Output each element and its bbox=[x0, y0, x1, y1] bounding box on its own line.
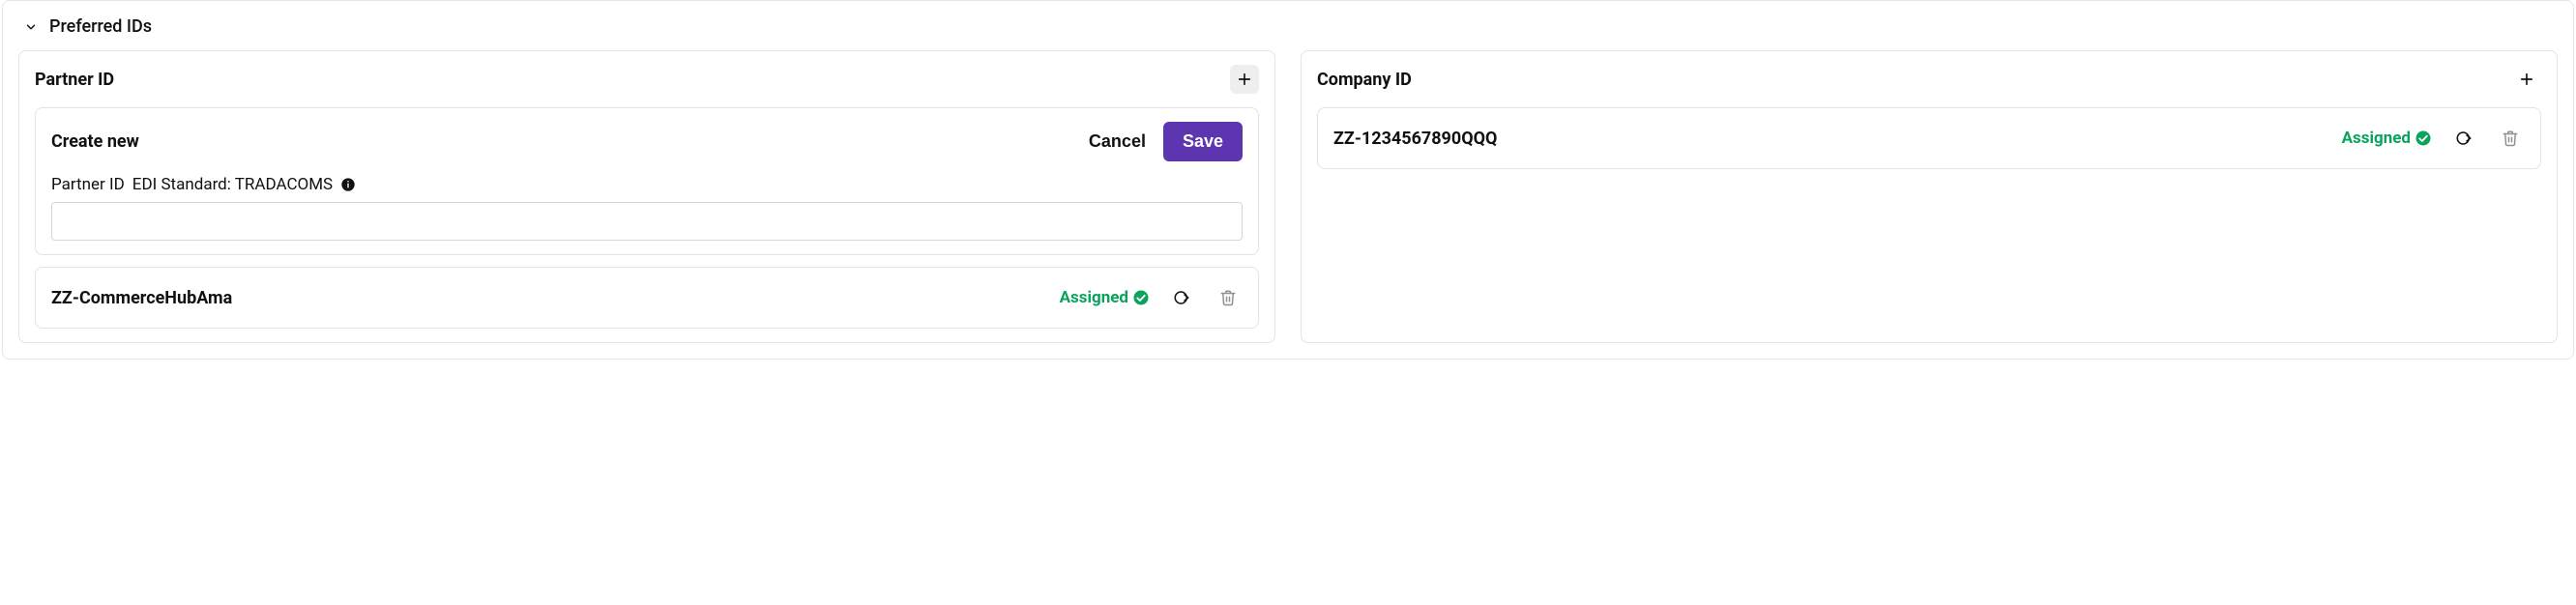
add-partner-id-button[interactable] bbox=[1230, 65, 1259, 94]
edi-standard-label: EDI Standard: TRADACOMS bbox=[132, 175, 333, 194]
panel-header[interactable]: Preferred IDs bbox=[24, 16, 2558, 37]
company-id-heading: Company ID bbox=[1317, 70, 1412, 90]
partner-id-field-label-row: Partner ID EDI Standard: TRADACOMS bbox=[51, 175, 1243, 194]
delete-button[interactable] bbox=[1214, 283, 1243, 312]
company-id-card: Company ID ZZ-1234567890QQQ Assigned bbox=[1301, 50, 2558, 343]
add-company-id-button[interactable] bbox=[2512, 65, 2541, 94]
check-circle-icon bbox=[2415, 130, 2432, 147]
create-new-partner-form: Create new Cancel Save Partner ID EDI St… bbox=[35, 107, 1259, 255]
partner-id-item: ZZ-CommerceHubAma Assigned bbox=[35, 267, 1259, 329]
check-circle-icon bbox=[1132, 289, 1150, 306]
partner-id-heading: Partner ID bbox=[35, 70, 114, 90]
unassign-button[interactable] bbox=[1167, 283, 1196, 312]
delete-button[interactable] bbox=[2496, 124, 2525, 153]
cancel-button[interactable]: Cancel bbox=[1089, 131, 1146, 152]
chevron-down-icon bbox=[24, 20, 38, 34]
company-id-item: ZZ-1234567890QQQ Assigned bbox=[1317, 107, 2541, 169]
partner-id-field-label: Partner ID bbox=[51, 175, 125, 194]
status-badge: Assigned bbox=[1060, 288, 1150, 307]
info-icon[interactable] bbox=[340, 177, 356, 192]
status-badge: Assigned bbox=[2342, 129, 2432, 148]
partner-id-card: Partner ID Create new Cancel Save Partne… bbox=[18, 50, 1275, 343]
company-id-value: ZZ-1234567890QQQ bbox=[1333, 129, 1497, 149]
save-button[interactable]: Save bbox=[1163, 122, 1243, 161]
create-new-title: Create new bbox=[51, 131, 139, 152]
preferred-ids-panel: Preferred IDs Partner ID Create new Canc… bbox=[2, 0, 2574, 360]
panel-title: Preferred IDs bbox=[49, 16, 152, 37]
unassign-button[interactable] bbox=[2449, 124, 2478, 153]
partner-id-input[interactable] bbox=[51, 202, 1243, 241]
status-label: Assigned bbox=[2342, 129, 2411, 148]
status-label: Assigned bbox=[1060, 288, 1128, 307]
partner-id-value: ZZ-CommerceHubAma bbox=[51, 288, 232, 308]
